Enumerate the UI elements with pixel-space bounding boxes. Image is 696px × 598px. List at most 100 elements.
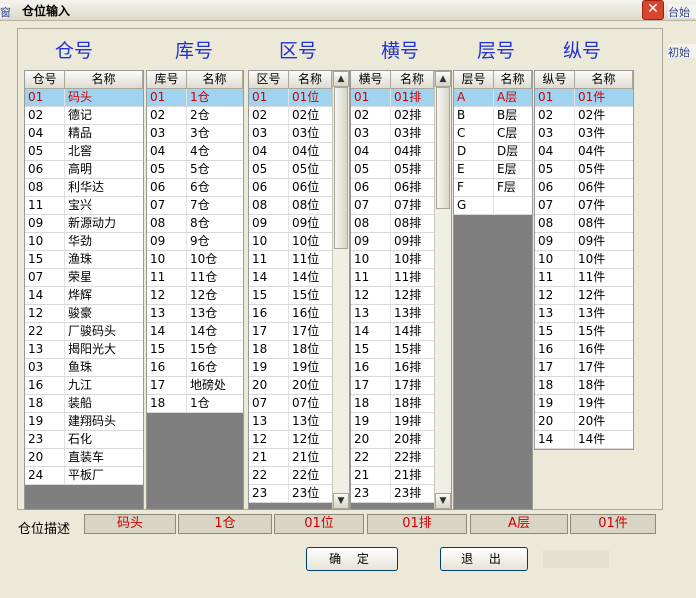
list-item[interactable]: C C层 bbox=[454, 125, 532, 143]
list-item[interactable]: 09 9仓 bbox=[147, 233, 243, 251]
list-item[interactable]: 12 12排 bbox=[351, 287, 434, 305]
list-item[interactable]: 08 利华达 bbox=[25, 179, 143, 197]
row-list[interactable]: 横号 名称 01 01排 02 02排 03 03排 04 04排 05 05排 06 06排 07 07排 0… bbox=[350, 70, 452, 510]
list-item[interactable]: 24 平板厂 bbox=[25, 467, 143, 485]
list-item[interactable]: 13 13件 bbox=[535, 305, 633, 323]
list-item[interactable]: 03 鱼珠 bbox=[25, 359, 143, 377]
list-item[interactable]: 07 荣星 bbox=[25, 269, 143, 287]
list-item[interactable]: 16 九江 bbox=[25, 377, 143, 395]
list-item[interactable]: 19 建翔码头 bbox=[25, 413, 143, 431]
list-item[interactable]: 16 16仓 bbox=[147, 359, 243, 377]
column-header[interactable]: 名称 bbox=[65, 71, 143, 88]
list-item[interactable]: 14 14件 bbox=[535, 431, 633, 449]
list-item[interactable]: 01 01位 bbox=[249, 89, 332, 107]
list-item[interactable]: 11 11位 bbox=[249, 251, 332, 269]
list-item[interactable]: 02 德记 bbox=[25, 107, 143, 125]
list-item[interactable]: 16 16位 bbox=[249, 305, 332, 323]
list-item[interactable]: 16 16件 bbox=[535, 341, 633, 359]
list-item[interactable]: 21 21位 bbox=[249, 449, 332, 467]
list-item[interactable]: 12 12件 bbox=[535, 287, 633, 305]
list-item[interactable]: 22 22位 bbox=[249, 467, 332, 485]
list-item[interactable]: 20 直装车 bbox=[25, 449, 143, 467]
list-item[interactable]: 01 1仓 bbox=[147, 89, 243, 107]
list-item[interactable]: 02 2仓 bbox=[147, 107, 243, 125]
list-item[interactable]: 11 11件 bbox=[535, 269, 633, 287]
list-item[interactable]: 12 12位 bbox=[249, 431, 332, 449]
list-item[interactable]: 02 02位 bbox=[249, 107, 332, 125]
list-item[interactable]: 11 11仓 bbox=[147, 269, 243, 287]
list-item[interactable]: 04 04件 bbox=[535, 143, 633, 161]
list-item[interactable]: 23 石化 bbox=[25, 431, 143, 449]
list-item[interactable]: 03 03位 bbox=[249, 125, 332, 143]
exit-button[interactable]: 退 出 bbox=[440, 547, 528, 571]
list-item[interactable]: 02 02件 bbox=[535, 107, 633, 125]
warehouse-list[interactable]: 仓号 名称 01 码头 02 德记 04 精品 05 北窖 06 高明 08 利华达 11 宝兴 09 新源动力 1… bbox=[24, 70, 144, 510]
column-header[interactable]: 名称 bbox=[575, 71, 633, 88]
column-header[interactable]: 纵号 bbox=[535, 71, 575, 88]
list-item[interactable]: 18 18件 bbox=[535, 377, 633, 395]
list-item[interactable]: 17 17件 bbox=[535, 359, 633, 377]
list-item[interactable]: 13 13位 bbox=[249, 413, 332, 431]
vertical-scrollbar[interactable]: ▲ ▼ bbox=[332, 71, 349, 509]
list-item[interactable]: 18 18排 bbox=[351, 395, 434, 413]
list-item[interactable]: 07 07件 bbox=[535, 197, 633, 215]
list-item[interactable]: 09 新源动力 bbox=[25, 215, 143, 233]
column-header[interactable]: 库号 bbox=[147, 71, 187, 88]
list-item[interactable]: 11 宝兴 bbox=[25, 197, 143, 215]
ok-button[interactable]: 确 定 bbox=[306, 547, 398, 571]
list-item[interactable]: 04 4仓 bbox=[147, 143, 243, 161]
scroll-up-icon[interactable]: ▲ bbox=[333, 71, 349, 87]
column-header[interactable]: 名称 bbox=[391, 71, 434, 88]
list-item[interactable]: 15 渔珠 bbox=[25, 251, 143, 269]
list-item[interactable]: 02 02排 bbox=[351, 107, 434, 125]
column-header[interactable]: 名称 bbox=[289, 71, 332, 88]
list-item[interactable]: 12 骏豪 bbox=[25, 305, 143, 323]
list-item[interactable]: 15 15排 bbox=[351, 341, 434, 359]
list-item[interactable]: 13 13仓 bbox=[147, 305, 243, 323]
list-item[interactable]: 01 01件 bbox=[535, 89, 633, 107]
list-item[interactable]: 19 19件 bbox=[535, 395, 633, 413]
list-item[interactable]: 08 08位 bbox=[249, 197, 332, 215]
list-item[interactable]: 05 北窖 bbox=[25, 143, 143, 161]
list-item[interactable]: 06 高明 bbox=[25, 161, 143, 179]
store-list[interactable]: 库号 名称 01 1仓 02 2仓 03 3仓 04 4仓 05 5仓 06 6仓 07 7仓 08 8仓 09 9仓… bbox=[146, 70, 244, 510]
list-item[interactable]: 05 05排 bbox=[351, 161, 434, 179]
list-item[interactable]: 07 7仓 bbox=[147, 197, 243, 215]
list-item[interactable]: 08 08排 bbox=[351, 215, 434, 233]
list-item[interactable]: E E层 bbox=[454, 161, 532, 179]
list-item[interactable]: 18 18位 bbox=[249, 341, 332, 359]
list-item[interactable]: 07 07排 bbox=[351, 197, 434, 215]
column-header[interactable]: 名称 bbox=[494, 71, 532, 88]
list-item[interactable]: 20 20件 bbox=[535, 413, 633, 431]
list-item[interactable]: 10 10排 bbox=[351, 251, 434, 269]
list-item[interactable]: 15 15仓 bbox=[147, 341, 243, 359]
list-item[interactable]: D D层 bbox=[454, 143, 532, 161]
scroll-down-icon[interactable]: ▼ bbox=[435, 493, 451, 509]
column-list[interactable]: 纵号 名称 01 01件 02 02件 03 03件 04 04件 05 05件 06 06件 07 07件 0… bbox=[534, 70, 634, 450]
list-item[interactable]: 22 厂骏码头 bbox=[25, 323, 143, 341]
scroll-up-icon[interactable]: ▲ bbox=[435, 71, 451, 87]
list-item[interactable]: B B层 bbox=[454, 107, 532, 125]
list-item[interactable]: 05 5仓 bbox=[147, 161, 243, 179]
list-item[interactable]: 09 09位 bbox=[249, 215, 332, 233]
list-item[interactable]: 23 23位 bbox=[249, 485, 332, 503]
list-item[interactable]: 19 19位 bbox=[249, 359, 332, 377]
close-button[interactable]: ✕ bbox=[642, 0, 664, 20]
list-item[interactable]: 03 03排 bbox=[351, 125, 434, 143]
list-item[interactable]: 09 09排 bbox=[351, 233, 434, 251]
scroll-thumb[interactable] bbox=[436, 87, 450, 209]
list-item[interactable]: 20 20排 bbox=[351, 431, 434, 449]
list-item[interactable]: 15 15件 bbox=[535, 323, 633, 341]
list-item[interactable]: 07 07位 bbox=[249, 395, 332, 413]
list-item[interactable]: 17 17排 bbox=[351, 377, 434, 395]
scroll-thumb[interactable] bbox=[334, 87, 348, 249]
list-item[interactable]: 10 10位 bbox=[249, 233, 332, 251]
list-item[interactable]: 01 码头 bbox=[25, 89, 143, 107]
column-header[interactable]: 横号 bbox=[351, 71, 391, 88]
column-header[interactable]: 仓号 bbox=[25, 71, 65, 88]
list-item[interactable]: 04 精品 bbox=[25, 125, 143, 143]
list-item[interactable]: 03 03件 bbox=[535, 125, 633, 143]
list-item[interactable]: 21 21排 bbox=[351, 467, 434, 485]
list-item[interactable]: 06 06排 bbox=[351, 179, 434, 197]
list-item[interactable]: 06 6仓 bbox=[147, 179, 243, 197]
